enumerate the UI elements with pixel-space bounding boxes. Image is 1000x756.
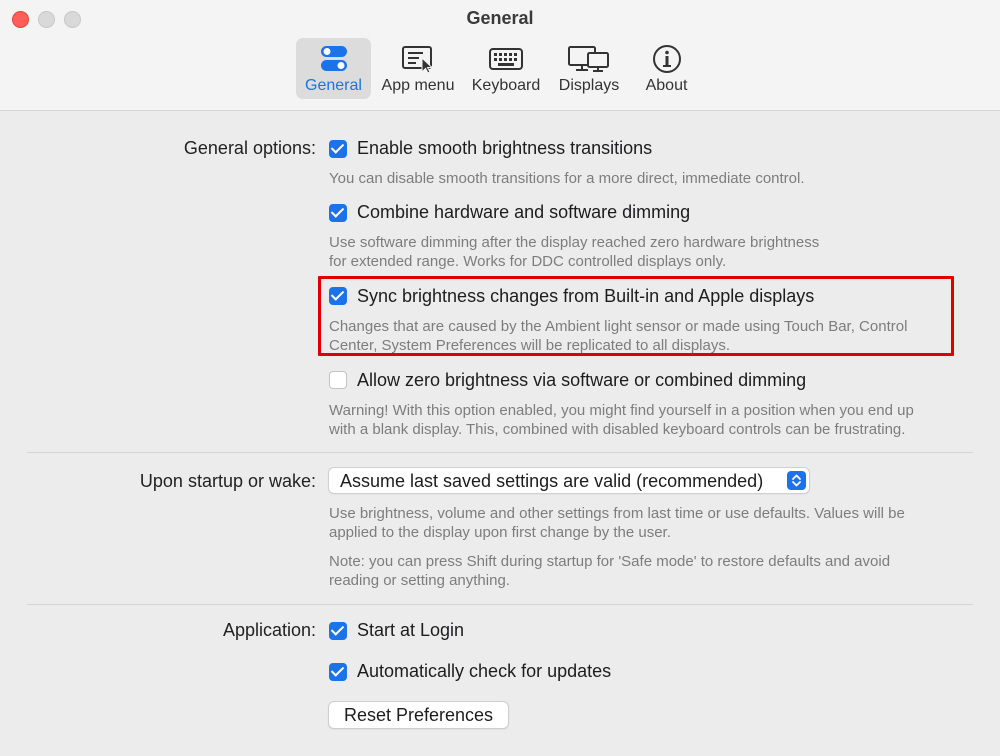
menu-cursor-icon	[402, 46, 434, 74]
sync-brightness-desc-line2: Center, System Preferences will be repli…	[329, 337, 731, 354]
combine-dimming-desc-line1: Use software dimming after the display r…	[329, 234, 820, 251]
combine-dimming-desc-line2: for extended range. Works for DDC contro…	[329, 253, 727, 270]
reset-preferences-button[interactable]: Reset Preferences	[328, 701, 509, 729]
zero-brightness-checkbox[interactable]	[329, 371, 347, 389]
general-options-label: General options:	[183, 138, 316, 158]
start-at-login-label[interactable]: Start at Login	[357, 620, 464, 641]
tab-displays[interactable]: Displays	[553, 38, 625, 99]
startup-desc2-line1: Note: you can press Shift during startup…	[329, 553, 891, 570]
sync-brightness-desc-line1: Changes that are caused by the Ambient l…	[329, 318, 908, 335]
keyboard-icon	[489, 48, 523, 70]
toggle-switches-icon	[320, 46, 347, 71]
zero-brightness-desc-line1: Warning! With this option enabled, you m…	[329, 402, 914, 419]
startup-desc1-line1: Use brightness, volume and other setting…	[329, 505, 905, 522]
window-title: General	[466, 8, 534, 28]
tab-general[interactable]: General	[296, 38, 371, 99]
zero-brightness-desc-line2: with a blank display. This, combined wit…	[329, 421, 906, 438]
section-divider	[27, 604, 973, 605]
tab-about[interactable]: About	[633, 38, 700, 99]
auto-update-label[interactable]: Automatically check for updates	[357, 661, 611, 682]
sync-brightness-checkbox[interactable]	[329, 287, 347, 305]
tab-label: About	[645, 77, 688, 94]
tab-label: General	[305, 77, 362, 94]
auto-update-checkbox[interactable]	[329, 663, 347, 681]
tab-label: App menu	[381, 77, 455, 94]
smooth-transitions-desc: You can disable smooth transitions for a…	[329, 170, 805, 187]
startup-label: Upon startup or wake:	[139, 471, 316, 491]
tab-label: Displays	[558, 77, 620, 94]
tab-label: Keyboard	[471, 77, 541, 94]
combine-dimming-label[interactable]: Combine hardware and software dimming	[357, 202, 690, 223]
displays-icon	[568, 46, 609, 72]
tab-keyboard[interactable]: Keyboard	[468, 38, 544, 99]
zero-brightness-label[interactable]: Allow zero brightness via software or co…	[357, 370, 806, 391]
chevron-up-down-icon	[787, 471, 806, 490]
sync-brightness-label[interactable]: Sync brightness changes from Built-in an…	[357, 286, 814, 307]
startup-desc2-line2: reading or setting anything.	[329, 572, 510, 589]
tab-app-menu[interactable]: App menu	[378, 38, 458, 99]
section-divider	[27, 452, 973, 453]
application-label: Application:	[222, 620, 316, 640]
smooth-transitions-checkbox[interactable]	[329, 140, 347, 158]
start-at-login-checkbox[interactable]	[329, 622, 347, 640]
startup-select-value: Assume last saved settings are valid (re…	[340, 471, 764, 491]
startup-desc1-line2: applied to the display upon first change…	[329, 524, 671, 541]
info-icon	[652, 45, 681, 73]
combine-dimming-checkbox[interactable]	[329, 204, 347, 222]
window-toolbar: General General App menu Keyboard Displa…	[0, 0, 1000, 111]
smooth-transitions-label[interactable]: Enable smooth brightness transitions	[357, 138, 652, 159]
startup-select[interactable]: Assume last saved settings are valid (re…	[328, 467, 810, 494]
